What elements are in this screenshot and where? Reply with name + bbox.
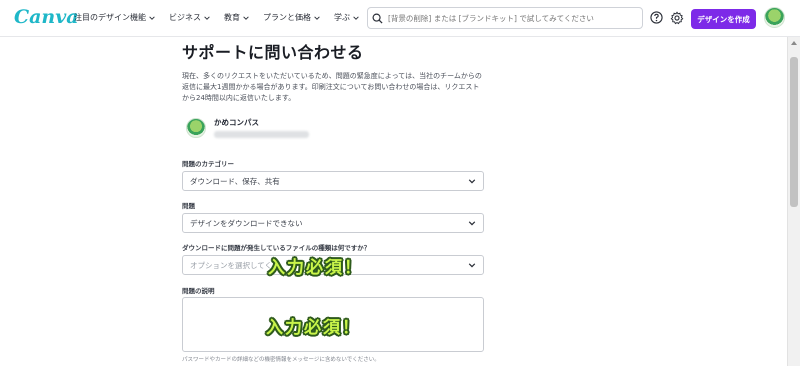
category-value: ダウンロード、保存、共有 [190, 176, 280, 186]
nav-item-label: ビジネス [169, 13, 201, 22]
user-info: かめコンパス [214, 117, 309, 138]
category-label: 問題のカテゴリー [182, 160, 234, 168]
nav-item-label: プランと価格 [263, 13, 311, 22]
chevron-down-icon [204, 15, 210, 20]
blurred-email [214, 131, 309, 138]
gear-icon[interactable] [670, 11, 684, 25]
chevron-down-icon [468, 179, 476, 184]
required-annotation: 入力必須！ [266, 318, 361, 338]
create-design-button[interactable]: デザインを作成 [691, 9, 756, 29]
required-annotation: 入力必須！ [268, 258, 363, 278]
nav-item-learn[interactable]: 学ぶ [334, 12, 359, 23]
scrollbar-thumb[interactable] [790, 57, 798, 207]
nav-item-business[interactable]: ビジネス [169, 12, 210, 23]
chevron-down-icon [149, 15, 155, 20]
search-input[interactable] [388, 13, 633, 23]
user-name: かめコンパス [214, 118, 259, 127]
scroll-up-arrow[interactable] [791, 41, 797, 45]
nav-item-label: 学ぶ [334, 13, 350, 22]
avatar [186, 117, 206, 138]
user-card: かめコンパス [186, 117, 309, 138]
chevron-down-icon [468, 221, 476, 226]
nav-item-pricing[interactable]: プランと価格 [263, 12, 320, 23]
nav-item-features[interactable]: 注目のデザイン機能 [74, 12, 155, 23]
user-avatar[interactable] [764, 7, 785, 28]
issue-value: デザインをダウンロードできない [190, 218, 303, 228]
nav-item-label: 教育 [224, 13, 240, 22]
description-label: 問題の説明 [182, 287, 215, 295]
chevron-down-icon [243, 15, 249, 20]
issue-select[interactable]: デザインをダウンロードできない [182, 213, 484, 233]
page-title: サポートに問い合わせる [182, 43, 364, 62]
nav-item-education[interactable]: 教育 [224, 12, 249, 23]
top-bar: Canva 注目のデザイン機能 ビジネス 教育 プランと価格 学ぶ デザインを作… [0, 0, 800, 37]
scrollbar[interactable] [787, 37, 800, 366]
main-nav: 注目のデザイン機能 ビジネス 教育 プランと価格 学ぶ [74, 12, 373, 23]
issue-label: 問題 [182, 202, 195, 210]
canva-logo[interactable]: Canva [14, 6, 79, 28]
intro-text: 現在、多くのリクエストをいただいているため、問題の緊急度によっては、当社のチーム… [182, 72, 482, 102]
help-icon[interactable] [650, 11, 663, 24]
privacy-hint: パスワードやカードの詳細などの機密情報をメッセージに含めないでください。 [182, 357, 380, 363]
category-select[interactable]: ダウンロード、保存、共有 [182, 171, 484, 191]
chevron-down-icon [314, 15, 320, 20]
chevron-down-icon [353, 15, 359, 20]
nav-item-label: 注目のデザイン機能 [74, 13, 146, 22]
chevron-down-icon [468, 263, 476, 268]
filetype-label: ダウンロードに問題が発生しているファイルの種類は何ですか？ [182, 244, 371, 252]
search-icon [372, 13, 383, 24]
search-bar[interactable] [367, 7, 643, 29]
